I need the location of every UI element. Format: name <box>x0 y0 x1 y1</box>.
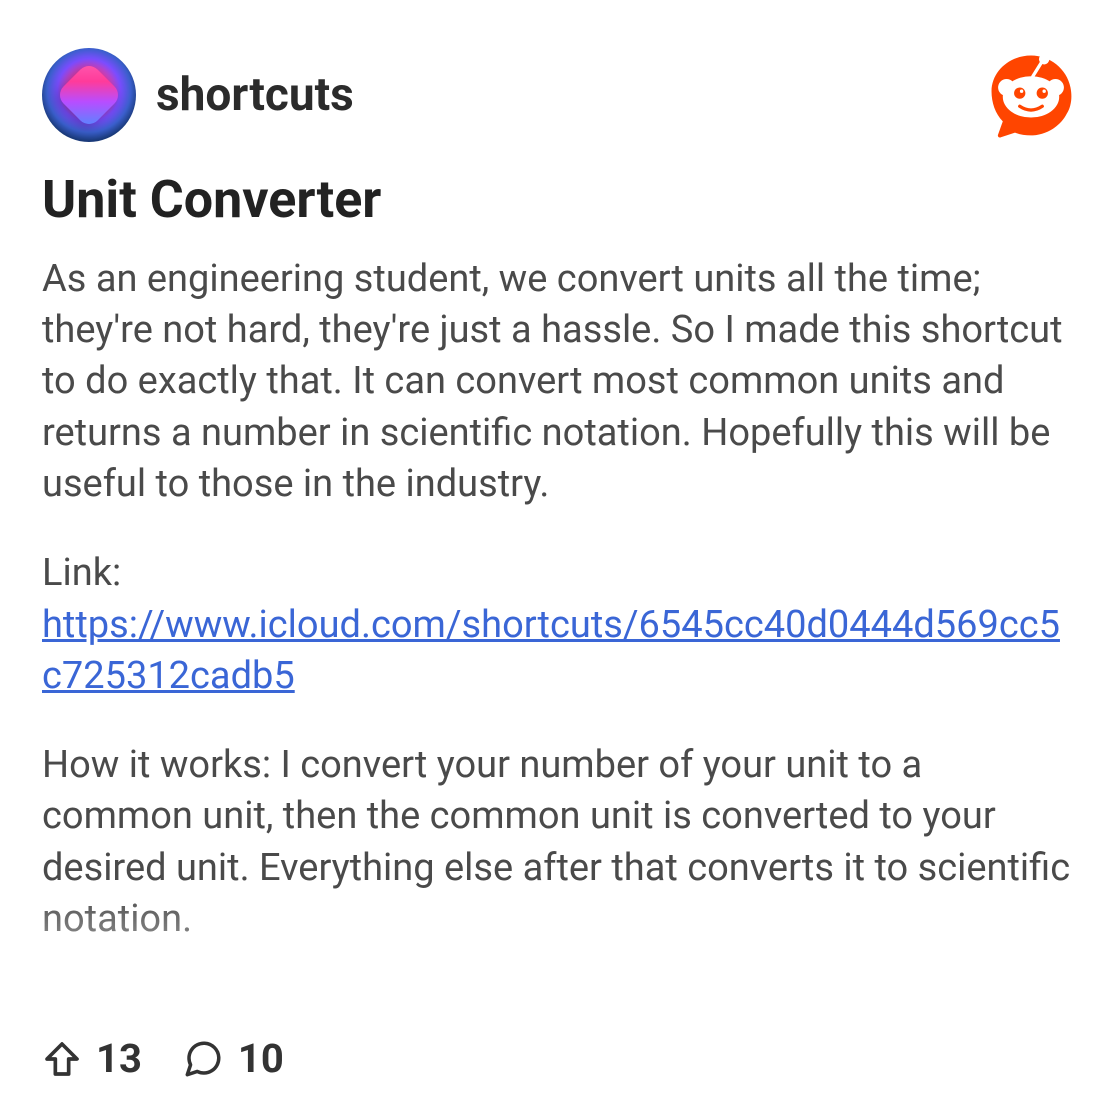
subreddit-name[interactable]: shortcuts <box>156 68 354 122</box>
subreddit-info[interactable]: shortcuts <box>42 48 354 142</box>
upvote-icon <box>42 1039 82 1079</box>
post-header: shortcuts <box>42 48 1078 142</box>
link-label: Link: <box>42 548 1078 599</box>
post-paragraph: How it works: I convert your number of y… <box>42 740 1078 945</box>
subreddit-icon[interactable] <box>42 48 136 142</box>
comment-section[interactable]: 10 <box>182 1035 284 1082</box>
post-paragraph: As an engineering student, we convert un… <box>42 254 1078 510</box>
post-body: As an engineering student, we convert un… <box>42 254 1078 946</box>
reddit-logo-icon[interactable] <box>984 48 1078 142</box>
comment-icon <box>182 1038 224 1080</box>
shortcut-link[interactable]: https://www.icloud.com/shortcuts/6545cc4… <box>42 603 1060 698</box>
upvote-section[interactable]: 13 <box>42 1035 142 1082</box>
post-content: Unit Converter As an engineering student… <box>42 170 1078 1070</box>
post-title: Unit Converter <box>42 170 1078 230</box>
post-footer: 13 10 <box>42 1035 284 1082</box>
upvote-count: 13 <box>96 1035 142 1082</box>
comment-count: 10 <box>238 1035 284 1082</box>
